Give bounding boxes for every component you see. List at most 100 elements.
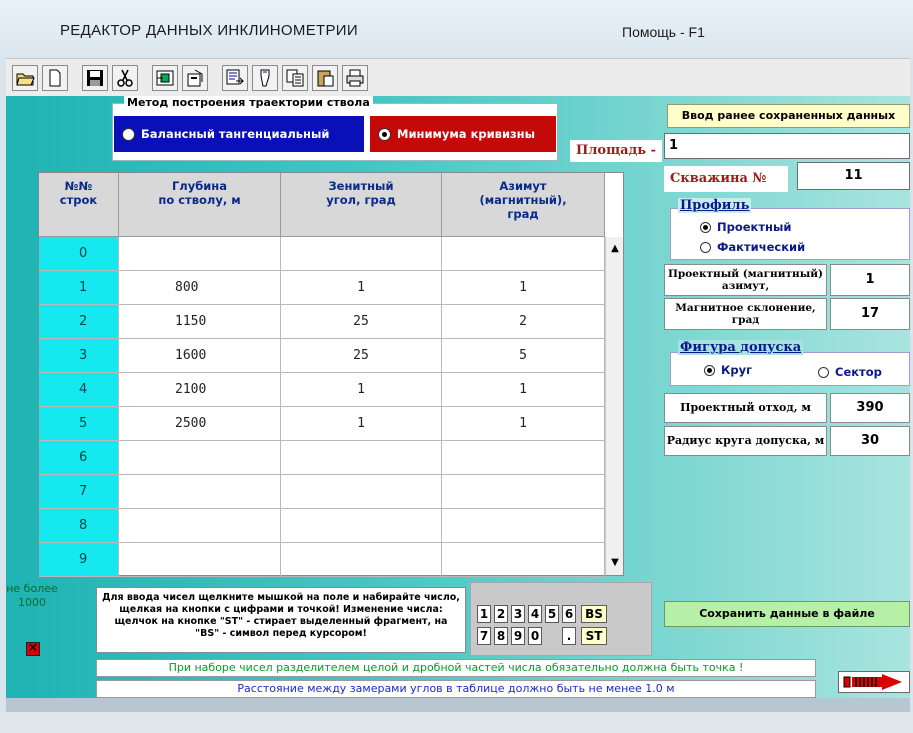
key-9[interactable]: 9 (511, 627, 525, 645)
azimuth-cell[interactable]: 1 (442, 407, 605, 441)
row-number-cell: 4 (39, 373, 119, 407)
key-8[interactable]: 8 (494, 627, 508, 645)
scroll-up-icon[interactable]: ▲ (608, 243, 622, 255)
copy-icon[interactable] (282, 65, 308, 91)
profile-option-label: Проектный (717, 220, 792, 234)
save-to-file-button[interactable]: Сохранить данные в файле (664, 601, 910, 627)
table-row: 9 (39, 543, 605, 577)
clipboard-icon[interactable] (312, 65, 338, 91)
close-icon[interactable]: ✕ (26, 642, 40, 656)
next-arrow-button[interactable] (838, 671, 910, 693)
column-header-azimuth: Азимут (магнитный), град (442, 173, 605, 237)
save-icon[interactable] (82, 65, 108, 91)
key-4[interactable]: 4 (528, 605, 542, 623)
figure-option-sector[interactable]: Сектор (818, 365, 882, 379)
well-label: Скважина № (664, 166, 788, 192)
azimuth-cell[interactable] (442, 509, 605, 543)
inclination-cell[interactable] (281, 543, 442, 577)
area-input[interactable]: 1 (664, 133, 910, 159)
depth-cell[interactable] (119, 237, 281, 271)
open-folder-icon[interactable] (12, 65, 38, 91)
profile-title: Профиль (678, 198, 752, 213)
radio-selected-icon[interactable] (700, 221, 711, 233)
key-1[interactable]: 1 (477, 605, 491, 623)
depth-cell[interactable] (119, 475, 281, 509)
load-saved-data-button[interactable]: Ввод ранее сохраненных данных (667, 104, 910, 128)
radio-selected-icon[interactable] (378, 127, 391, 141)
paste-icon[interactable] (252, 65, 278, 91)
well-number-input[interactable]: 11 (797, 162, 910, 190)
radio-icon[interactable] (122, 127, 135, 141)
depth-cell[interactable] (119, 441, 281, 475)
inclination-cell[interactable]: 1 (281, 373, 442, 407)
key-3[interactable]: 3 (511, 605, 525, 623)
import-icon[interactable] (152, 65, 178, 91)
azimuth-cell[interactable]: 1 (442, 373, 605, 407)
export-icon[interactable] (222, 65, 248, 91)
depth-cell[interactable] (119, 509, 281, 543)
inclination-cell[interactable]: 1 (281, 271, 442, 305)
inclination-cell[interactable] (281, 441, 442, 475)
depth-cell[interactable]: 2500 (119, 407, 281, 441)
azimuth-cell[interactable] (442, 475, 605, 509)
key-7[interactable]: 7 (477, 627, 491, 645)
table-scrollbar[interactable]: ▲ ▼ (605, 237, 623, 575)
method-option-min-curvature[interactable]: Минимума кривизны (370, 116, 556, 152)
inclination-cell[interactable] (281, 475, 442, 509)
radio-selected-icon[interactable] (704, 364, 715, 376)
inclination-cell[interactable] (281, 237, 442, 271)
depth-cell[interactable]: 1150 (119, 305, 281, 339)
key-5[interactable]: 5 (545, 605, 559, 623)
radio-icon[interactable] (818, 366, 829, 378)
inclination-cell[interactable]: 1 (281, 407, 442, 441)
figure-option-circle[interactable]: Круг (704, 363, 752, 377)
column-header-row-number: №№ строк (39, 173, 119, 237)
azimuth-cell[interactable]: 5 (442, 339, 605, 373)
depth-cell[interactable]: 800 (119, 271, 281, 305)
method-option-balanced[interactable]: Балансный тангенциальный (114, 116, 364, 152)
azimuth-cell[interactable] (442, 237, 605, 271)
azimuth-cell[interactable]: 1 (442, 271, 605, 305)
azimuth-cell[interactable] (442, 543, 605, 577)
inclination-cell[interactable]: 25 (281, 305, 442, 339)
help-menu[interactable]: Помощь - F1 (622, 24, 705, 40)
scroll-down-icon[interactable]: ▼ (608, 557, 622, 569)
depth-cell[interactable]: 2100 (119, 373, 281, 407)
print-icon[interactable] (342, 65, 368, 91)
clear-selection-button[interactable]: ST (581, 627, 607, 645)
key-0[interactable]: 0 (528, 627, 542, 645)
window-bottom-edge (0, 712, 913, 733)
radio-icon[interactable] (700, 241, 711, 253)
table-row: 4 2100 1 1 (39, 373, 605, 407)
magnetic-declination-input[interactable]: 17 (830, 298, 910, 330)
azimuth-cell[interactable]: 2 (442, 305, 605, 339)
row-number-cell: 2 (39, 305, 119, 339)
tolerance-radius-input[interactable]: 30 (830, 426, 910, 456)
profile-option-actual[interactable]: Фактический (700, 240, 805, 254)
properties-icon[interactable] (182, 65, 208, 91)
backspace-button[interactable]: BS (581, 605, 607, 623)
azimuth-cell[interactable] (442, 441, 605, 475)
profile-option-label: Фактический (717, 240, 806, 254)
inclination-cell[interactable] (281, 509, 442, 543)
key-dot[interactable]: . (562, 627, 576, 645)
row-number-cell: 3 (39, 339, 119, 373)
design-offset-input[interactable]: 390 (830, 393, 910, 423)
table-row: 5 2500 1 1 (39, 407, 605, 441)
depth-cell[interactable]: 1600 (119, 339, 281, 373)
cut-icon[interactable] (112, 65, 138, 91)
tolerance-radius-label: Радиус круга допуска, м (664, 426, 827, 456)
depth-cell[interactable] (119, 543, 281, 577)
key-2[interactable]: 2 (494, 605, 508, 623)
toolbar (6, 58, 910, 96)
status-strip (6, 698, 910, 712)
table-body: 0 1 800 1 1 2 1150 25 2 3 1600 25 5 4 2100 1 1 5 2500 1 1 6 7 8… (39, 237, 605, 577)
profile-option-design[interactable]: Проектный (700, 220, 791, 234)
inclination-cell[interactable]: 25 (281, 339, 442, 373)
table-header: №№ строк Глубина по стволу, м Зенитный у… (39, 173, 605, 237)
design-azimuth-input[interactable]: 1 (830, 264, 910, 296)
new-file-icon[interactable] (42, 65, 68, 91)
key-6[interactable]: 6 (562, 605, 576, 623)
row-number-cell: 9 (39, 543, 119, 577)
column-header-inclination: Зенитный угол, град (281, 173, 442, 237)
